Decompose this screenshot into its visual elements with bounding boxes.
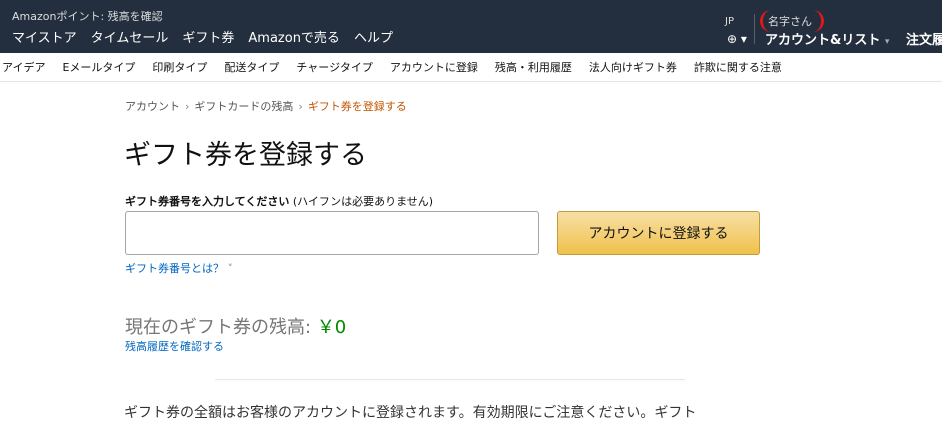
section-divider <box>215 379 685 380</box>
nav-link-giftcard[interactable]: ギフト券 <box>182 27 234 46</box>
subnav-item-register[interactable]: アカウントに登録 <box>390 59 478 75</box>
subnav-item-charge[interactable]: チャージタイプ <box>296 59 372 75</box>
what-is-code-label[interactable]: ギフト券番号とは？ <box>125 262 224 275</box>
account-lists-menu[interactable]: アカウント&リスト ▾ <box>765 29 889 48</box>
breadcrumb-gift-balance[interactable]: ギフトカードの残高 <box>194 100 293 113</box>
subnav-item-print[interactable]: 印刷タイプ <box>152 59 207 75</box>
nav-links: マイストア タイムセール ギフト券 Amazonで売る ヘルプ <box>12 27 393 46</box>
balance-label: 現在のギフト券の残高: <box>125 317 312 338</box>
breadcrumb: アカウント › ギフトカードの残高 › ギフト券を登録する <box>125 98 407 114</box>
account-greeting[interactable]: 名字さん <box>768 13 812 29</box>
code-input-label-note: (ハイフンは必要ありません) <box>292 195 434 208</box>
header-divider <box>754 14 755 44</box>
globe-icon[interactable]: ⊕ ▾ <box>727 32 747 46</box>
subnav-item-corporate[interactable]: 法人向けギフト券 <box>589 59 677 75</box>
nav-link-timesale[interactable]: タイムセール <box>91 27 169 46</box>
gift-code-input[interactable] <box>125 211 539 255</box>
subnav-item-balance[interactable]: 残高・利用履歴 <box>495 59 572 75</box>
gift-card-subnav: アイデア Eメールタイプ 印刷タイプ 配送タイプ チャージタイプ アカウントに登… <box>0 53 942 82</box>
chevron-down-icon: ˅ <box>227 262 234 275</box>
nav-link-sell[interactable]: Amazonで売る <box>248 27 340 46</box>
account-lists-label[interactable]: アカウント&リスト <box>765 33 880 48</box>
subnav-item-email[interactable]: Eメールタイプ <box>62 59 135 75</box>
orders-link[interactable]: 注文履 <box>906 29 942 48</box>
subnav-item-delivery[interactable]: 配送タイプ <box>224 59 279 75</box>
code-input-label-bold: ギフト券番号を入力してください <box>125 195 290 208</box>
balance-amount: ￥0 <box>316 317 347 338</box>
subnav-item-ideas[interactable]: アイデア <box>2 59 45 75</box>
breadcrumb-current: ギフト券を登録する <box>307 100 407 113</box>
registration-notice: ギフト券の全額はお客様のアカウントに登録されます。有効期限にご注意ください。ギフ… <box>124 405 697 421</box>
gift-balance: 現在のギフト券の残高: ￥0 <box>125 313 346 339</box>
code-input-label: ギフト券番号を入力してください (ハイフンは必要ありません) <box>125 193 433 209</box>
page-title: ギフト券を登録する <box>124 140 367 171</box>
nav-link-help[interactable]: ヘルプ <box>354 27 393 46</box>
breadcrumb-account[interactable]: アカウント <box>125 100 180 113</box>
subnav-item-fraud[interactable]: 詐欺に関する注意 <box>694 59 782 75</box>
nav-link-mystore[interactable]: マイストア <box>12 27 77 46</box>
register-to-account-button[interactable]: アカウントに登録する <box>557 211 760 255</box>
chevron-down-icon: ▾ <box>884 37 890 47</box>
breadcrumb-separator-icon: › <box>185 100 190 113</box>
what-is-code-link[interactable]: ギフト券番号とは？ ˅ <box>125 260 233 276</box>
breadcrumb-separator-icon: › <box>298 100 303 113</box>
top-nav-bar: Amazonポイント: 残高を確認 マイストア タイムセール ギフト券 Amaz… <box>0 0 942 53</box>
points-balance-link[interactable]: Amazonポイント: 残高を確認 <box>12 8 163 24</box>
balance-history-link[interactable]: 残高履歴を確認する <box>125 338 224 354</box>
language-code[interactable]: JP <box>725 16 734 27</box>
